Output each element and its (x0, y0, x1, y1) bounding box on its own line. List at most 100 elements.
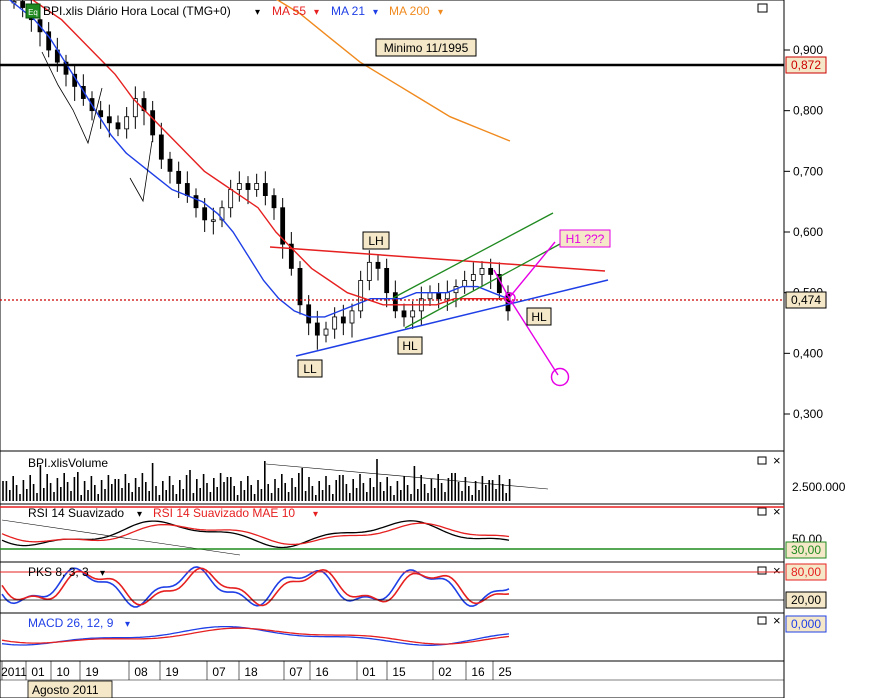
candle-body (236, 183, 242, 190)
candle-body (436, 292, 442, 300)
pks-panel-title[interactable]: PKS 8, 3, 3 (28, 565, 89, 579)
candle-body (115, 122, 121, 130)
macd-panel-title[interactable]: MACD 26, 12, 9 (28, 616, 114, 630)
candle-body (427, 292, 433, 300)
equity-badge-text: Eq (28, 8, 38, 17)
price-tick-label: 0,800 (793, 104, 823, 118)
instrument-dropdown-icon[interactable]: ▾ (255, 7, 260, 18)
candle-body (106, 116, 112, 124)
candle-body (262, 183, 268, 196)
pks-lower-tag: 20,00 (785, 591, 827, 609)
candle-body (20, 1, 26, 8)
date-tick-label: 16 (471, 665, 485, 679)
hl-label-1[interactable]: HL (397, 336, 423, 355)
date-tick-label: 07 (212, 665, 226, 679)
lh-label-text: LH (368, 234, 383, 248)
price-tick-label: 0,300 (793, 407, 823, 421)
candle-body (306, 304, 312, 324)
h1-label-text: H1 ??? (566, 232, 605, 246)
date-tick-label: 07 (289, 665, 303, 679)
date-tick-label: 10 (56, 665, 70, 679)
date-tick-label: 19 (85, 665, 99, 679)
date-tick-label: 01 (31, 665, 45, 679)
date-tick-label: 01 (362, 665, 376, 679)
candle-body (462, 280, 468, 287)
price-tick-label: 0,600 (793, 225, 823, 239)
ma21-dropdown-icon[interactable]: ▾ (373, 7, 378, 18)
pks-upper-tag: 80,00 (785, 563, 827, 581)
instrument-title[interactable]: BPI.xlis Diário Hora Local (TMG+0) (43, 4, 231, 18)
candle-body (176, 170, 182, 184)
macd-panel-close-icon[interactable]: × (773, 613, 781, 628)
date-tick-label: 25 (498, 665, 512, 679)
pks-dropdown-icon[interactable]: ▾ (100, 568, 105, 579)
candle-body (349, 310, 355, 324)
candle-body (314, 322, 320, 336)
candle-body (184, 183, 190, 196)
rsi-panel-title[interactable]: RSI 14 Suavizado (28, 506, 124, 520)
date-tick-label: 08 (134, 665, 148, 679)
volume-panel-title[interactable]: BPI.xlisVolume (28, 456, 108, 470)
ma55-legend[interactable]: MA 55 (272, 4, 306, 18)
candle-body (366, 261, 372, 281)
chart-canvas: Minimo 11/1995 LH LL HL HL H1 ??? Eq BPI… (0, 0, 886, 698)
ma200-legend[interactable]: MA 200 (389, 4, 430, 18)
pks-lower-tag-text: 20,00 (791, 593, 821, 607)
month-label: Agosto 2011 (32, 683, 99, 697)
candle-body (384, 267, 390, 294)
minimo-label[interactable]: Minimo 11/1995 (375, 38, 477, 57)
candle-body (332, 316, 338, 330)
candle-body (124, 116, 130, 130)
candle-body (358, 280, 364, 312)
candle-body (410, 310, 416, 318)
candle-body (210, 219, 216, 222)
ma200-dropdown-icon[interactable]: ▾ (438, 7, 443, 18)
support-price-tag: 0,872 (785, 56, 827, 74)
date-tick-label: 16 (315, 665, 329, 679)
candle-body (167, 158, 173, 172)
hl-label-2[interactable]: HL (526, 307, 552, 326)
date-tick-label: 2011 (1, 665, 27, 679)
ll-label[interactable]: LL (297, 359, 323, 378)
ma55-dropdown-icon[interactable]: ▾ (314, 7, 319, 18)
candle-body (202, 207, 208, 221)
rsi-dropdown-icon[interactable]: ▾ (137, 509, 142, 520)
volume-axis-label: 2.500.000 (792, 480, 846, 494)
date-tick-label: 19 (165, 665, 179, 679)
volume-panel-close-icon[interactable]: × (773, 453, 781, 468)
price-tick-label: 0,400 (793, 346, 823, 360)
candle-body (297, 267, 303, 306)
candle-body (228, 189, 234, 209)
current-price-tag-text: 0,474 (791, 293, 821, 307)
current-price-tag: 0,474 (785, 291, 827, 309)
candle-body (150, 110, 156, 136)
candle-body (158, 134, 164, 160)
rsi-mae-dropdown-icon[interactable]: ▾ (313, 509, 318, 520)
macd-zero-tag: 0,000 (785, 615, 827, 633)
candle-body (340, 316, 346, 324)
pks-panel-close-icon[interactable]: × (773, 563, 781, 578)
candle-body (193, 195, 199, 209)
price-tick-label: 0,700 (793, 164, 823, 178)
macd-zero-tag-text: 0,000 (791, 617, 821, 631)
minimo-label-text: Minimo 11/1995 (384, 41, 469, 55)
rsi-level-tag: 30,00 (785, 541, 827, 559)
lh-label[interactable]: LH (362, 231, 390, 250)
support-price-tag-text: 0,872 (791, 58, 821, 72)
hl-label-2-text: HL (531, 310, 547, 324)
candle-body (245, 183, 251, 190)
candle-body (444, 292, 450, 300)
date-tick-label: 02 (438, 665, 452, 679)
ma21-legend[interactable]: MA 21 (331, 4, 365, 18)
macd-dropdown-icon[interactable]: ▾ (125, 619, 130, 630)
candle-body (323, 328, 329, 336)
h1-label[interactable]: H1 ??? (559, 229, 611, 248)
pks-upper-tag-text: 80,00 (791, 565, 821, 579)
rsi-mae-title[interactable]: RSI 14 Suavizado MAE 10 (153, 506, 295, 520)
price-tick-label: 0,900 (793, 43, 823, 57)
date-tick-label: 18 (244, 665, 258, 679)
chart-background (0, 0, 886, 698)
candle-body (470, 274, 476, 281)
candle-body (488, 267, 494, 275)
candle-body (401, 310, 407, 318)
